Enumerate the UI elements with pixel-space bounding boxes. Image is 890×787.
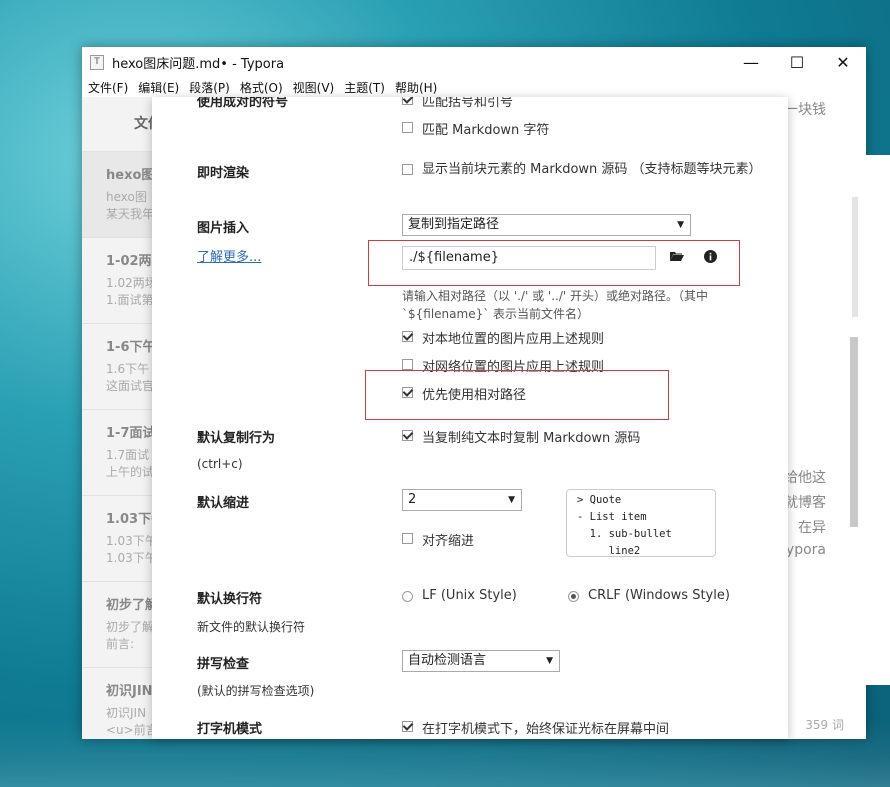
match-markdown-option[interactable]: 匹配 Markdown 字符 <box>402 119 549 138</box>
crlf-radio[interactable]: CRLF (Windows Style) <box>568 588 730 603</box>
editor-text: 一块钱 <box>784 102 826 118</box>
checkbox[interactable] <box>402 164 413 175</box>
indent-select[interactable]: 2 ▼ <box>402 489 522 511</box>
folder-open-icon[interactable] <box>670 250 684 266</box>
match-brackets-option[interactable]: 匹配括号和引号 <box>402 97 513 110</box>
editor-text: 就博客 <box>784 495 826 511</box>
editor-inner-scrollbar[interactable] <box>852 197 858 317</box>
pairs-label: 使用成对的符号 <box>197 97 289 110</box>
typewriter-option[interactable]: 在打字机模式下，始终保证光标在屏幕中间 <box>402 718 669 737</box>
dropdown-arrow-icon: ▼ <box>508 495 515 505</box>
spellcheck-sublabel: (默认的拼写检查选项) <box>197 684 315 698</box>
instant-render-option[interactable]: 显示当前块元素的 Markdown 源码 （支持标题等块元素） <box>402 161 762 179</box>
checkbox[interactable] <box>402 359 413 370</box>
menu-paragraph[interactable]: 段落(P) <box>189 79 230 96</box>
copy-markdown-option[interactable]: 当复制纯文本时复制 Markdown 源码 <box>402 427 640 446</box>
checkbox[interactable] <box>402 533 413 544</box>
radio-button-selected[interactable] <box>568 591 579 602</box>
indent-label: 默认缩进 <box>197 496 250 511</box>
apply-local-option[interactable]: 对本地位置的图片应用上述规则 <box>402 328 604 347</box>
menu-edit[interactable]: 编辑(E) <box>138 79 179 96</box>
editor-text: ypora <box>785 542 826 558</box>
background-window-edge <box>865 155 890 685</box>
menu-help[interactable]: 帮助(H) <box>395 79 437 96</box>
align-indent-option[interactable]: 对齐缩进 <box>402 530 474 549</box>
image-path-input[interactable]: ./${filename} <box>402 246 656 270</box>
spellcheck-select[interactable]: 自动检测语言 ▼ <box>402 650 560 672</box>
copy-behavior-sublabel: (ctrl+c) <box>197 457 243 471</box>
maximize-button[interactable]: ☐ <box>774 47 820 77</box>
window-title: hexo图床问题.md• - Typora <box>112 56 285 72</box>
menu-theme[interactable]: 主题(T) <box>344 79 385 96</box>
close-button[interactable]: ✕ <box>820 47 866 77</box>
copy-behavior-label: 默认复制行为 <box>197 431 276 446</box>
spellcheck-label: 拼写检查 <box>197 657 250 672</box>
info-icon[interactable] <box>704 250 717 267</box>
radio-button[interactable] <box>402 591 413 602</box>
dropdown-arrow-icon: ▼ <box>677 220 684 230</box>
title-bar[interactable]: T hexo图床问题.md• - Typora — ☐ ✕ <box>82 47 866 77</box>
minimize-button[interactable]: — <box>728 47 774 77</box>
menu-file[interactable]: 文件(F) <box>88 79 128 96</box>
line-ending-label: 默认换行符 <box>197 592 263 607</box>
checkbox-checked[interactable] <box>402 97 413 105</box>
checkbox-checked[interactable] <box>402 387 413 398</box>
image-insert-select[interactable]: 复制到指定路径 ▼ <box>402 214 691 236</box>
instant-render-label: 即时渲染 <box>197 166 250 181</box>
line-ending-sublabel: 新文件的默认换行符 <box>197 620 306 634</box>
menu-bar: 文件(F) 编辑(E) 段落(P) 格式(O) 视图(V) 主题(T) 帮助(H… <box>82 77 866 97</box>
checkbox-checked[interactable] <box>402 331 413 342</box>
indent-preview: > Quote - List item 1. sub-bullet line2 <box>566 489 716 557</box>
scrollbar-thumb[interactable] <box>850 337 858 527</box>
dropdown-arrow-icon: ▼ <box>546 656 553 666</box>
word-count[interactable]: 359 词 <box>805 716 844 733</box>
typewriter-label: 打字机模式 <box>197 722 263 737</box>
app-icon: T <box>90 54 104 70</box>
checkbox[interactable] <box>402 122 413 133</box>
preferences-dialog: 使用成对的符号 匹配括号和引号 匹配 Markdown 字符 即时渲染 显示当前… <box>152 97 788 739</box>
path-hint-text: 请输入相对路径（以 './' 或 '../' 开头）或绝对路径。（其中 `${f… <box>402 289 708 321</box>
editor-text: 给他这 <box>784 470 826 486</box>
lf-radio[interactable]: LF (Unix Style) <box>402 588 517 603</box>
checkbox-checked[interactable] <box>402 721 413 732</box>
prefer-relative-option[interactable]: 优先使用相对路径 <box>402 384 526 403</box>
menu-view[interactable]: 视图(V) <box>293 79 335 96</box>
image-insert-label: 图片插入 <box>197 221 250 236</box>
learn-more-link[interactable]: 了解更多... <box>197 246 261 265</box>
editor-text: 在异 <box>798 520 826 536</box>
menu-format[interactable]: 格式(O) <box>240 79 283 96</box>
checkbox-checked[interactable] <box>402 430 413 441</box>
